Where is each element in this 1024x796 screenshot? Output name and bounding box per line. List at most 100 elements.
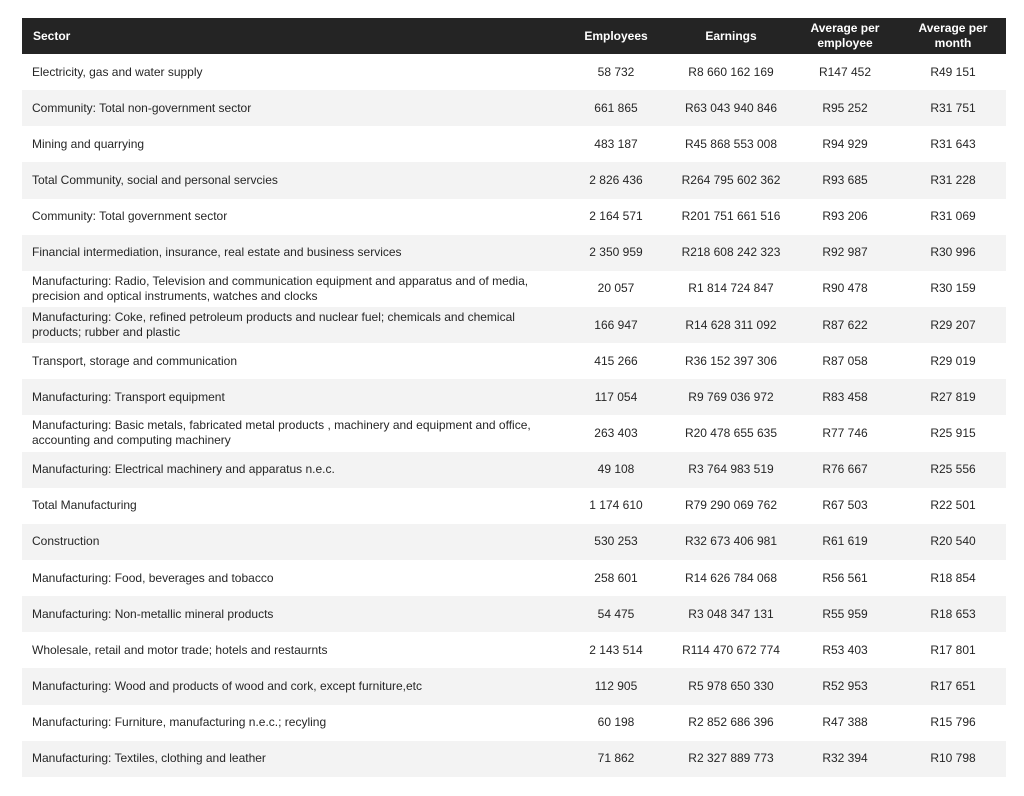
cell-average-per-month: R25 915 bbox=[930, 425, 976, 440]
cell-average-per-month: R15 796 bbox=[930, 715, 976, 730]
table-row: Manufacturing: Non-metallic mineral prod… bbox=[22, 596, 1006, 633]
cell-average-per-employee: R95 252 bbox=[822, 100, 868, 115]
cell-earnings: R1 814 724 847 bbox=[688, 281, 774, 296]
table-row: Mining and quarrying 483 187 R45 868 553 0… bbox=[22, 126, 1006, 163]
table-row: Community: Total government sector 2 164 … bbox=[22, 198, 1006, 235]
cell-sector: Transport, storage and communication bbox=[32, 353, 237, 368]
cell-employees: 2 143 514 bbox=[589, 642, 643, 657]
cell-earnings: R218 608 242 323 bbox=[681, 245, 781, 260]
table-row: Financial intermediation, insurance, rea… bbox=[22, 234, 1006, 271]
cell-employees: 2 826 436 bbox=[589, 172, 643, 187]
cell-average-per-month: R31 751 bbox=[930, 100, 976, 115]
cell-sector: Community: Total government sector bbox=[32, 209, 228, 224]
cell-employees: 2 164 571 bbox=[589, 209, 643, 224]
cell-sector: Total Manufacturing bbox=[32, 498, 137, 513]
cell-sector: Manufacturing: Electrical machinery and … bbox=[32, 462, 335, 477]
column-header-average-per-month: Average per month bbox=[918, 21, 988, 50]
cell-earnings: R32 673 406 981 bbox=[684, 534, 778, 549]
table-row: Total Manufacturing 1 174 610 R79 290 069 … bbox=[22, 487, 1006, 524]
cell-average-per-month: R30 159 bbox=[930, 281, 976, 296]
table-row: Wholesale, retail and motor trade; hotel… bbox=[22, 632, 1006, 669]
table-row: Total Community, social and personal ser… bbox=[22, 162, 1006, 199]
cell-average-per-month: R29 019 bbox=[930, 353, 976, 368]
cell-earnings: R14 628 311 092 bbox=[685, 317, 777, 332]
cell-earnings: R3 048 347 131 bbox=[688, 606, 774, 621]
cell-employees: 112 905 bbox=[594, 678, 638, 693]
cell-sector: Manufacturing: Textiles, clothing and le… bbox=[32, 751, 266, 766]
cell-average-per-employee: R77 746 bbox=[822, 425, 868, 440]
cell-average-per-month: R31 643 bbox=[930, 136, 976, 151]
cell-average-per-month: R18 854 bbox=[930, 570, 976, 585]
table-row: Manufacturing: Transport equipment 117 05… bbox=[22, 379, 1006, 416]
column-header-sector: Sector bbox=[33, 28, 71, 43]
table-row: Manufacturing: Furniture, manufacturing … bbox=[22, 704, 1006, 741]
cell-sector: Manufacturing: Furniture, manufacturing … bbox=[32, 715, 327, 730]
table-row: Manufacturing: Electrical machinery and … bbox=[22, 451, 1006, 488]
cell-employees: 60 198 bbox=[597, 715, 635, 730]
cell-sector: Manufacturing: Coke, refined petroleum p… bbox=[32, 310, 515, 340]
cell-employees: 263 403 bbox=[594, 425, 638, 440]
cell-sector: Total Community, social and personal ser… bbox=[32, 172, 278, 187]
cell-average-per-employee: R147 452 bbox=[818, 64, 872, 79]
cell-employees: 166 947 bbox=[594, 317, 638, 332]
cell-employees: 483 187 bbox=[594, 136, 638, 151]
table-row: Electricity, gas and water supply 58 732 R… bbox=[22, 54, 1006, 91]
cell-sector: Manufacturing: Transport equipment bbox=[32, 389, 225, 404]
cell-average-per-employee: R52 953 bbox=[822, 678, 868, 693]
cell-employees: 530 253 bbox=[594, 534, 638, 549]
cell-average-per-month: R29 207 bbox=[930, 317, 976, 332]
cell-average-per-employee: R93 685 bbox=[822, 172, 868, 187]
cell-earnings: R3 764 983 519 bbox=[688, 462, 774, 477]
cell-average-per-employee: R47 388 bbox=[822, 715, 868, 730]
cell-average-per-month: R17 801 bbox=[930, 642, 976, 657]
table-row: Manufacturing: Basic metals, fabricated … bbox=[22, 415, 1006, 452]
table-row: Community: Total non-government sector 66… bbox=[22, 90, 1006, 127]
table-row: Manufacturing: Wood and products of wood… bbox=[22, 668, 1006, 705]
cell-average-per-employee: R67 503 bbox=[822, 498, 868, 513]
cell-earnings: R36 152 397 306 bbox=[684, 353, 778, 368]
cell-earnings: R8 660 162 169 bbox=[688, 64, 774, 79]
cell-average-per-employee: R61 619 bbox=[822, 534, 868, 549]
cell-sector: Manufacturing: Food, beverages and tobac… bbox=[32, 570, 274, 585]
cell-employees: 661 865 bbox=[594, 100, 638, 115]
cell-employees: 2 350 959 bbox=[589, 245, 643, 260]
cell-sector: Manufacturing: Radio, Television and com… bbox=[32, 273, 529, 303]
cell-average-per-month: R17 651 bbox=[930, 678, 976, 693]
cell-average-per-month: R10 798 bbox=[930, 751, 976, 766]
cell-employees: 258 601 bbox=[594, 570, 638, 585]
cell-employees: 1 174 610 bbox=[589, 498, 643, 513]
table-row: Manufacturing: Food, beverages and tobac… bbox=[22, 559, 1006, 597]
cell-earnings: R45 868 553 008 bbox=[684, 136, 778, 151]
cell-average-per-month: R27 819 bbox=[930, 389, 976, 404]
cell-average-per-month: R31 228 bbox=[930, 172, 976, 187]
cell-sector: Construction bbox=[32, 534, 100, 549]
sector-earnings-table-container: Sector Employees Earnings Average per em… bbox=[22, 18, 1006, 777]
cell-average-per-employee: R83 458 bbox=[822, 389, 868, 404]
table-row: Transport, storage and communication 415 … bbox=[22, 343, 1006, 380]
cell-average-per-employee: R56 561 bbox=[822, 570, 868, 585]
cell-average-per-employee: R90 478 bbox=[822, 281, 868, 296]
cell-employees: 117 054 bbox=[594, 389, 638, 404]
cell-average-per-month: R22 501 bbox=[930, 498, 976, 513]
cell-average-per-month: R31 069 bbox=[930, 209, 976, 224]
cell-average-per-month: R25 556 bbox=[930, 462, 976, 477]
table-row: Manufacturing: Coke, refined petroleum p… bbox=[22, 306, 1006, 344]
cell-employees: 71 862 bbox=[597, 751, 635, 766]
cell-average-per-month: R20 540 bbox=[930, 534, 976, 549]
cell-average-per-month: R49 151 bbox=[930, 64, 976, 79]
cell-employees: 58 732 bbox=[597, 64, 635, 79]
table-header-row: Sector Employees Earnings Average per em… bbox=[22, 18, 1006, 54]
cell-average-per-employee: R87 058 bbox=[822, 353, 868, 368]
cell-average-per-employee: R32 394 bbox=[822, 751, 868, 766]
cell-average-per-employee: R53 403 bbox=[822, 642, 868, 657]
sector-earnings-table: Sector Employees Earnings Average per em… bbox=[22, 18, 1006, 777]
cell-sector: Electricity, gas and water supply bbox=[32, 64, 203, 79]
cell-average-per-employee: R92 987 bbox=[822, 245, 868, 260]
cell-sector: Mining and quarrying bbox=[32, 136, 145, 151]
cell-sector: Community: Total non-government sector bbox=[32, 100, 252, 115]
cell-earnings: R2 327 889 773 bbox=[688, 751, 774, 766]
cell-earnings: R9 769 036 972 bbox=[688, 389, 774, 404]
cell-earnings: R264 795 602 362 bbox=[681, 172, 781, 187]
cell-employees: 20 057 bbox=[597, 281, 635, 296]
cell-average-per-month: R18 653 bbox=[930, 606, 976, 621]
